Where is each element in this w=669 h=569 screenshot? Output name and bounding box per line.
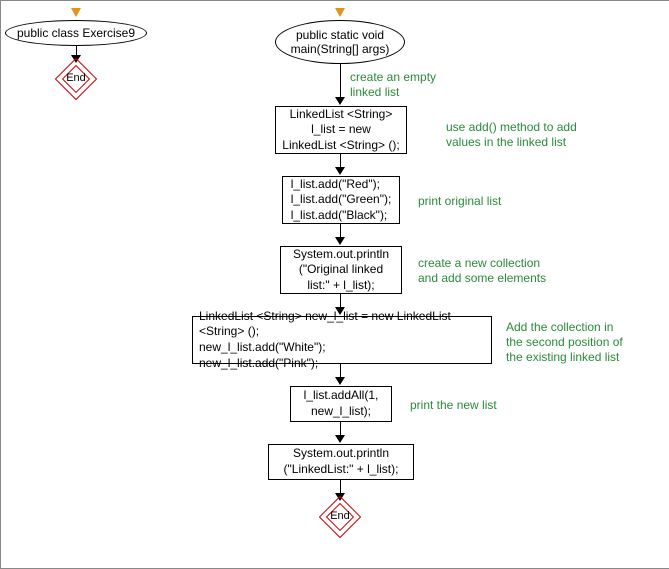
conn-r3-arrow: [335, 237, 345, 245]
step-3-text: System.out.println ("Original linked lis…: [293, 247, 389, 294]
conn-r4: [340, 294, 341, 308]
step-4: LinkedList <String> new_l_list = new Lin…: [192, 316, 492, 364]
comment-5: Add the collection in the second positio…: [506, 320, 623, 365]
step-6: System.out.println ("LinkedList:" + l_li…: [268, 444, 414, 480]
step-2-text: l_list.add("Red"); l_list.add("Green"); …: [291, 177, 392, 224]
conn-r6-arrow: [335, 435, 345, 443]
conn-r1: [340, 64, 341, 98]
end-node-right: End: [325, 502, 355, 532]
conn-r2: [340, 154, 341, 168]
conn-r1-arrow: [335, 97, 345, 105]
class-decl-node: public class Exercise9: [5, 20, 147, 46]
conn-r5: [340, 364, 341, 378]
comment-2-leader: [407, 130, 443, 131]
comment-3: print original list: [418, 194, 501, 209]
end-node-left: End: [61, 64, 91, 94]
comment-1: create an empty linked list: [350, 70, 436, 100]
conn-r5-arrow: [335, 377, 345, 385]
entry-arrow-right: [335, 8, 345, 17]
end-label-left: End: [61, 72, 91, 84]
step-2: l_list.add("Red"); l_list.add("Green"); …: [282, 176, 400, 224]
conn-r2-arrow: [335, 167, 345, 175]
end-label-right: End: [325, 510, 355, 522]
conn-r6: [340, 422, 341, 436]
step-5-text: l_list.addAll(1, new_l_list);: [304, 388, 379, 419]
conn-r3: [340, 224, 341, 238]
method-decl-node: public static void main(String[] args): [275, 20, 405, 64]
entry-arrow-left: [71, 8, 81, 17]
step-1: LinkedList <String> l_list = new LinkedL…: [275, 106, 407, 154]
conn-r7: [340, 480, 341, 494]
comment-6: print the new list: [410, 398, 497, 413]
step-3: System.out.println ("Original linked lis…: [280, 246, 402, 294]
step-1-text: LinkedList <String> l_list = new LinkedL…: [282, 107, 399, 154]
step-5: l_list.addAll(1, new_l_list);: [290, 386, 392, 422]
comment-2: use add() method to add values in the li…: [446, 120, 577, 150]
step-4-text: LinkedList <String> new_l_list = new Lin…: [199, 309, 485, 371]
step-6-text: System.out.println ("LinkedList:" + l_li…: [284, 446, 399, 477]
comment-4: create a new collection and add some ele…: [418, 256, 546, 286]
method-decl-text: public static void main(String[] args): [291, 28, 390, 57]
class-decl-text: public class Exercise9: [17, 26, 135, 40]
